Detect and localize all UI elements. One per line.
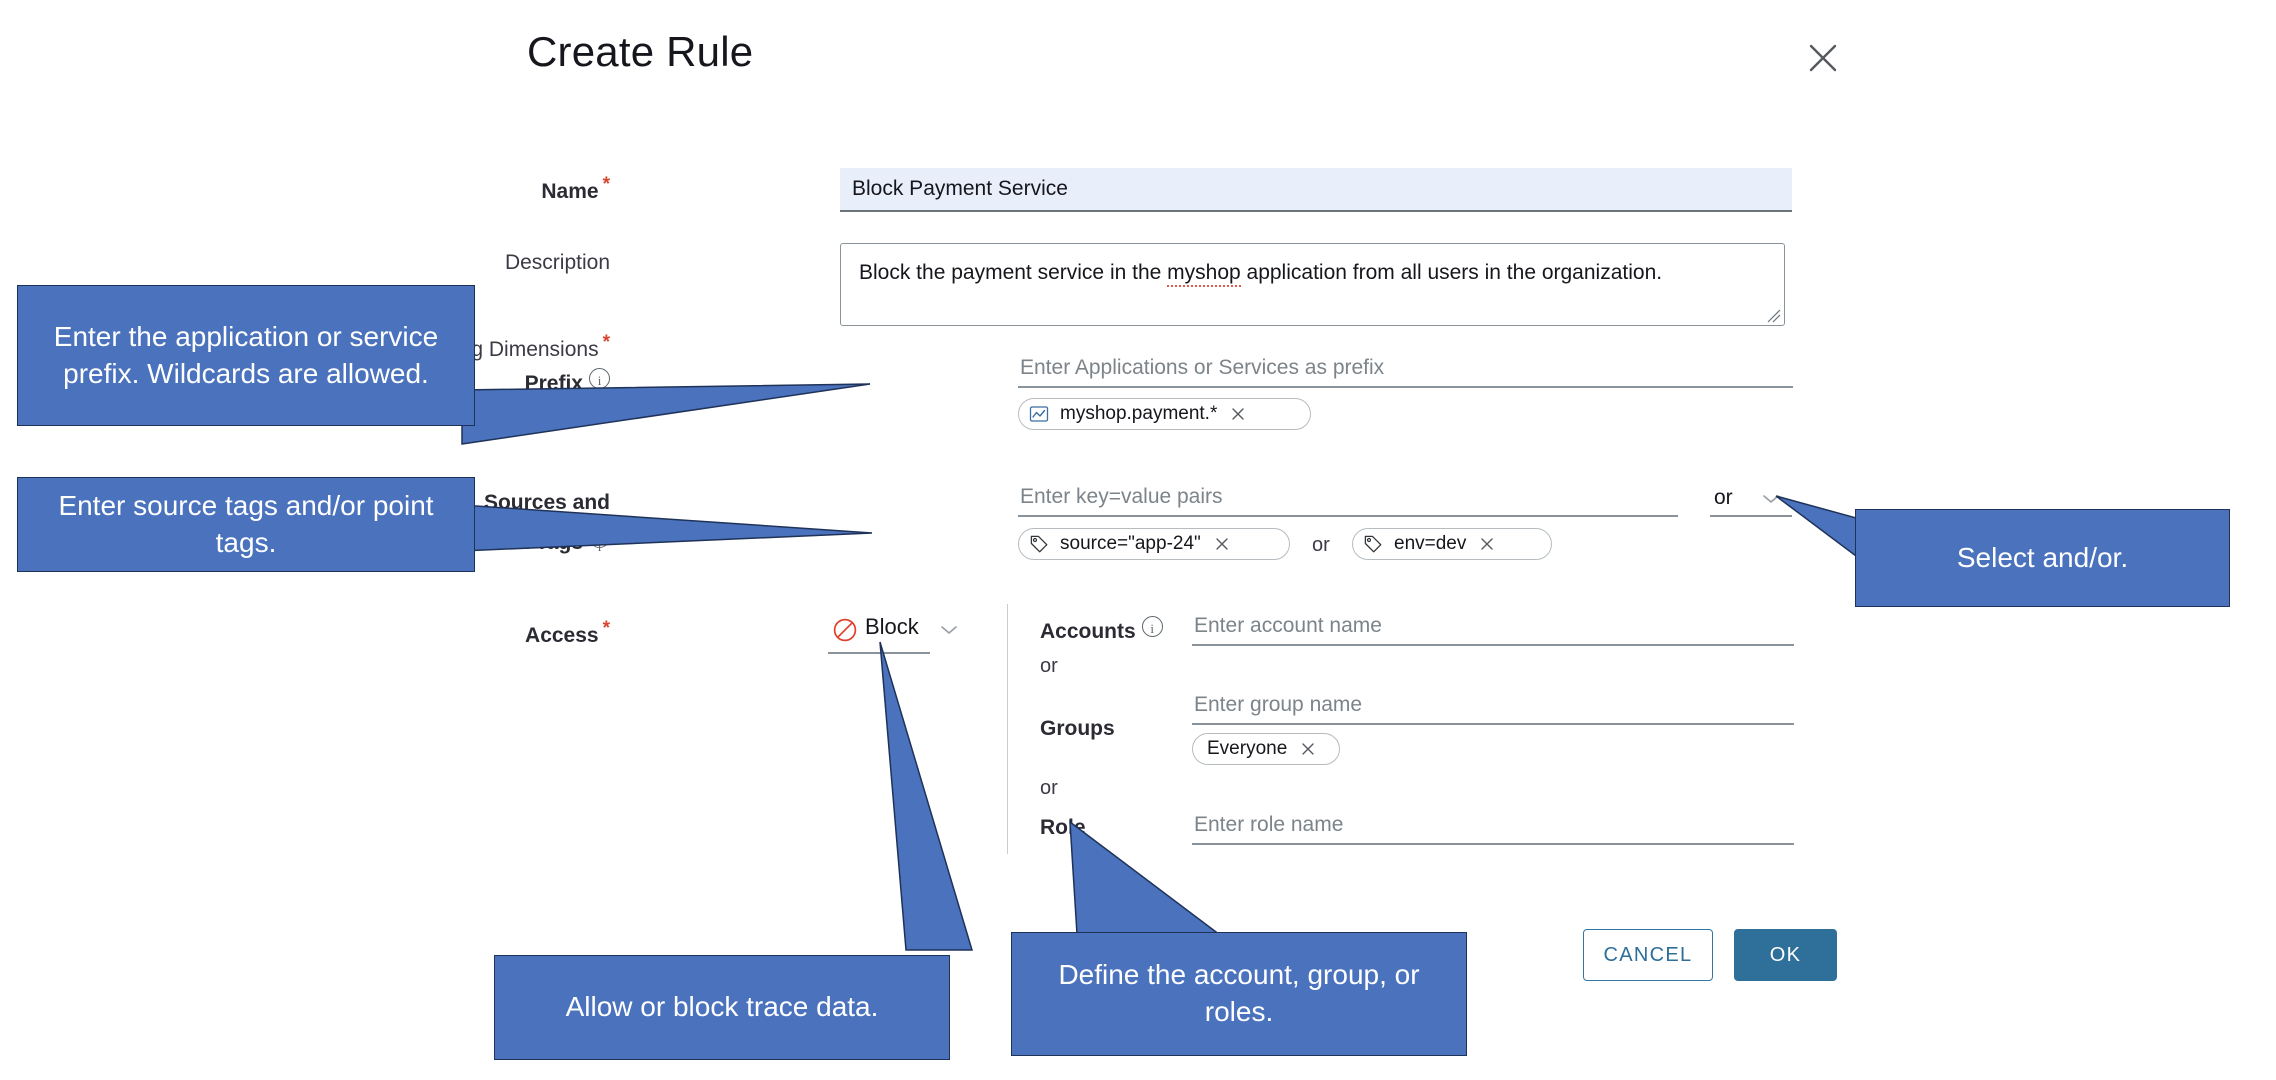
groups-input[interactable]: Enter group name: [1192, 687, 1794, 725]
group-chip-label: Everyone: [1207, 738, 1288, 759]
remove-chip-icon[interactable]: [1478, 535, 1496, 553]
accounts-input[interactable]: Enter account name: [1192, 608, 1794, 646]
ok-button[interactable]: OK: [1734, 929, 1837, 981]
point-tag-chip-label: source="app-24": [1060, 533, 1201, 554]
resize-grip-icon[interactable]: [1767, 309, 1781, 323]
point-tags-input[interactable]: Enter key=value pairs: [1018, 481, 1678, 517]
name-label: Name *: [541, 174, 610, 203]
callout-tail: [461, 504, 873, 552]
remove-chip-icon[interactable]: [1299, 740, 1317, 758]
annotation-access-callout: Allow or block trace data.: [494, 955, 950, 1060]
remove-chip-icon[interactable]: [1213, 535, 1231, 553]
annotation-prefix-callout: Enter the application or service prefix.…: [17, 285, 475, 426]
group-chip[interactable]: Everyone: [1192, 733, 1340, 765]
access-select-value: Block: [865, 614, 919, 639]
description-value: Block the payment service in the myshop …: [859, 261, 1662, 287]
info-icon[interactable]: [1141, 616, 1163, 642]
prefix-chip-label: myshop.payment.*: [1060, 403, 1218, 424]
point-tag-chip[interactable]: source="app-24": [1018, 528, 1290, 560]
description-label: Description: [504, 251, 610, 274]
remove-chip-icon[interactable]: [1229, 405, 1247, 423]
point-tag-chip-label: env=dev: [1394, 533, 1467, 554]
access-label: Access *: [525, 618, 610, 647]
point-tag-chip[interactable]: env=dev: [1352, 528, 1552, 560]
prefix-input[interactable]: Enter Applications or Services as prefix: [1018, 350, 1793, 388]
groups-placeholder: Enter group name: [1194, 693, 1363, 716]
tag-icon: [1030, 535, 1048, 553]
prefix-placeholder: Enter Applications or Services as prefix: [1020, 356, 1385, 379]
callout-tail: [461, 383, 871, 445]
close-icon[interactable]: [1803, 38, 1843, 78]
point-tags-placeholder: Enter key=value pairs: [1020, 485, 1223, 508]
prefix-chip[interactable]: myshop.payment.*: [1018, 398, 1311, 430]
annotation-andor-callout: Select and/or.: [1855, 509, 2230, 607]
chevron-down-icon[interactable]: [940, 625, 958, 635]
annotation-accounts-callout: Define the account, group, or roles.: [1011, 932, 1467, 1056]
create-rule-dialog: Create Rule Name * Block Payment Service …: [0, 0, 2276, 1080]
page-title: Create Rule: [527, 28, 754, 75]
chip-separator-or: or: [1312, 534, 1330, 556]
annotation-tags-callout: Enter source tags and/or point tags.: [17, 477, 475, 572]
description-textarea[interactable]: Block the payment service in the myshop …: [840, 243, 1785, 326]
and-or-select-value: or: [1714, 486, 1733, 509]
accounts-placeholder: Enter account name: [1194, 614, 1382, 637]
name-input-value: Block Payment Service: [852, 177, 1068, 200]
misspelled-word: myshop: [1167, 261, 1241, 287]
required-marker: *: [602, 618, 610, 639]
required-marker: *: [602, 174, 610, 195]
tag-icon: [1364, 535, 1382, 553]
cancel-button[interactable]: CANCEL: [1583, 929, 1713, 981]
chart-line-icon: [1029, 406, 1049, 422]
name-input[interactable]: Block Payment Service: [840, 168, 1792, 212]
